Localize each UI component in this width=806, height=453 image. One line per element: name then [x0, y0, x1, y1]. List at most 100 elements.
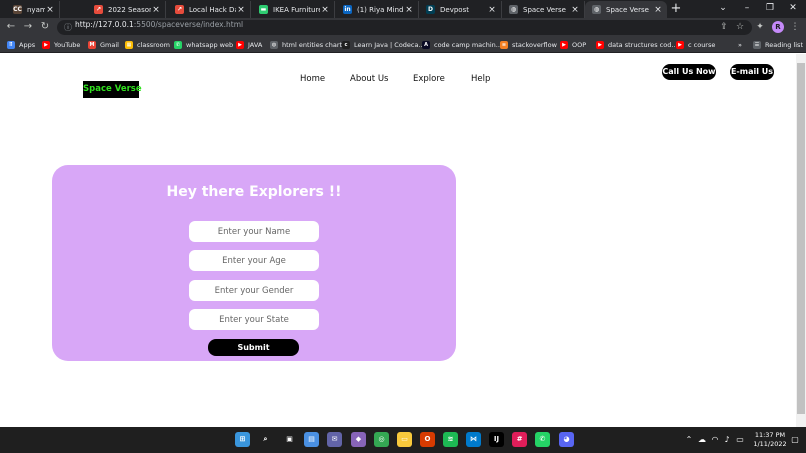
windows-start-icon[interactable]: ⊞	[235, 432, 250, 447]
office-icon[interactable]: O	[420, 432, 435, 447]
close-icon[interactable]: ×	[487, 5, 497, 15]
tab-1[interactable]: ↗ 2022 Season Sch ×	[87, 1, 166, 18]
intellij-icon[interactable]: IJ	[489, 432, 504, 447]
window-close-icon[interactable]: ✕	[782, 1, 804, 16]
nav-about-us[interactable]: About Us	[350, 72, 388, 86]
nav-home[interactable]: Home	[300, 72, 325, 86]
minimize-icon[interactable]: –	[736, 1, 758, 16]
widgets-icon[interactable]: ▤	[304, 432, 319, 447]
close-icon[interactable]: ×	[236, 5, 246, 15]
tab-title: IKEA Furniture an	[273, 5, 320, 14]
discord-icon[interactable]: ◕	[559, 432, 574, 447]
bookmark-item[interactable]: M Gmail	[88, 38, 119, 51]
tab-4[interactable]: in (1) Riya Mindhe | ×	[336, 1, 419, 18]
task-view-icon[interactable]: ▣	[282, 432, 297, 447]
share-icon[interactable]: ⇪	[717, 19, 731, 35]
new-tab-plus-icon[interactable]: +	[669, 1, 683, 17]
info-icon[interactable]: ⓘ	[63, 21, 73, 34]
tab-title: Space Verse	[606, 5, 649, 14]
nav-explore[interactable]: Explore	[413, 72, 445, 86]
bookmark-item[interactable]: ◍ html entities chart	[270, 38, 342, 51]
menu-kebab-icon[interactable]: ⋮	[788, 19, 802, 35]
email-us-button[interactable]: E-mail Us	[730, 64, 774, 80]
search-icon[interactable]: ⌕	[258, 432, 273, 447]
bookmark-item[interactable]: c Learn Java | Codeca...	[342, 38, 425, 51]
close-icon[interactable]: ×	[653, 5, 663, 15]
onedrive-icon[interactable]: ☁	[697, 432, 707, 447]
slack-icon[interactable]: #	[512, 432, 527, 447]
bookmark-star-icon[interactable]: ☆	[733, 19, 747, 35]
bookmark-item[interactable]: ✆ whatsapp web	[174, 38, 233, 51]
tab-search-chevron-icon[interactable]: ⌄	[712, 1, 734, 16]
globe-icon: ◍	[270, 40, 278, 49]
whatsapp-icon: ✆	[174, 40, 182, 49]
store-icon[interactable]: ◆	[351, 432, 366, 447]
tab-6[interactable]: ◍ Space Verse ×	[502, 1, 585, 18]
tab-7-active[interactable]: ◍ Space Verse ×	[585, 1, 667, 18]
profile-avatar[interactable]: R	[772, 21, 784, 33]
volume-icon[interactable]: ♪	[722, 432, 732, 447]
url-host: http://127.0.0.1	[75, 20, 134, 29]
tab-3[interactable]: ▬ IKEA Furniture an ×	[252, 1, 335, 18]
bookmark-item[interactable]: ▶ data structures cod...	[596, 38, 678, 51]
globe-icon: ◍	[592, 5, 601, 14]
call-us-button[interactable]: Call Us Now	[662, 64, 716, 80]
bookmark-item[interactable]: ▦ classroom	[125, 38, 170, 51]
file-explorer-icon[interactable]: ▭	[397, 432, 412, 447]
youtube-icon: ▶	[676, 40, 684, 49]
bookmark-label: OOP	[572, 40, 587, 49]
nav-help[interactable]: Help	[471, 72, 490, 86]
tab-title: 2022 Season Sch	[108, 5, 151, 14]
close-icon[interactable]: ×	[320, 5, 330, 15]
system-clock[interactable]: 11:37 PM 1/11/2022	[752, 431, 788, 449]
state-field[interactable]	[189, 309, 319, 330]
tab-2[interactable]: ↗ Local Hack Day: I ×	[168, 1, 251, 18]
bookmark-item[interactable]: ▶ YouTube	[42, 38, 80, 51]
url-text[interactable]: http://127.0.0.1:5500/spaceverse/index.h…	[75, 20, 243, 35]
tab-0[interactable]: CC nyamindhe | Cod ×	[6, 1, 60, 18]
reading-list[interactable]: ☰ Reading list	[753, 38, 803, 51]
bookmark-item[interactable]: ▶ c course	[676, 38, 715, 51]
name-field[interactable]	[189, 221, 319, 242]
close-icon[interactable]: ×	[45, 5, 55, 15]
forward-arrow-icon[interactable]: →	[21, 19, 35, 35]
youtube-icon: ▶	[596, 40, 604, 49]
close-icon[interactable]: ×	[151, 5, 161, 15]
bookmark-label: Learn Java | Codeca...	[354, 40, 425, 49]
tray-chevron-icon[interactable]: ⌃	[684, 432, 694, 447]
linkedin-icon: in	[343, 5, 352, 14]
bookmark-item[interactable]: ⠿ Apps	[7, 38, 35, 51]
wifi-icon[interactable]: ◠	[710, 432, 720, 447]
bookmark-item[interactable]: ≡ stackoverflow	[500, 38, 557, 51]
url-path: :5500/spaceverse/index.html	[133, 20, 244, 29]
bookmark-item[interactable]: ▶ OOP	[560, 38, 586, 51]
bookmarks-overflow-icon[interactable]: »	[738, 38, 742, 51]
vscode-icon[interactable]: ⋈	[466, 432, 481, 447]
battery-icon[interactable]: ▭	[735, 432, 745, 447]
youtube-icon: ▶	[560, 40, 568, 49]
scrollbar-thumb[interactable]	[797, 63, 805, 414]
back-arrow-icon[interactable]: ←	[4, 19, 18, 35]
tab-5[interactable]: D Devpost ×	[419, 1, 502, 18]
bookmark-label: c course	[688, 40, 716, 49]
close-icon[interactable]: ×	[404, 5, 414, 15]
site-logo[interactable]: Space Verse	[83, 81, 142, 98]
restore-icon[interactable]: ❐	[759, 1, 781, 16]
bookmark-item[interactable]: ▶ JAVA	[236, 38, 262, 51]
globe-icon: ◍	[509, 5, 518, 14]
whatsapp-icon[interactable]: ✆	[535, 432, 550, 447]
spotify-icon[interactable]: ≋	[443, 432, 458, 447]
gender-field[interactable]	[189, 280, 319, 301]
close-icon[interactable]: ×	[570, 5, 580, 15]
submit-button[interactable]: Submit	[208, 339, 299, 356]
clock-time: 11:37 PM	[754, 431, 786, 439]
teams-chat-icon[interactable]: ✉	[327, 432, 342, 447]
reload-icon[interactable]: ↻	[38, 19, 52, 35]
extensions-puzzle-icon[interactable]: ✦	[753, 19, 767, 35]
chrome-icon[interactable]: ◎	[374, 432, 389, 447]
bookmark-item[interactable]: Acode camp machin...	[422, 38, 502, 51]
notifications-icon[interactable]: ▢	[789, 432, 801, 447]
age-field[interactable]	[189, 250, 319, 271]
tab-title: Local Hack Day: I	[189, 5, 236, 14]
bookmark-label: YouTube	[54, 40, 81, 49]
